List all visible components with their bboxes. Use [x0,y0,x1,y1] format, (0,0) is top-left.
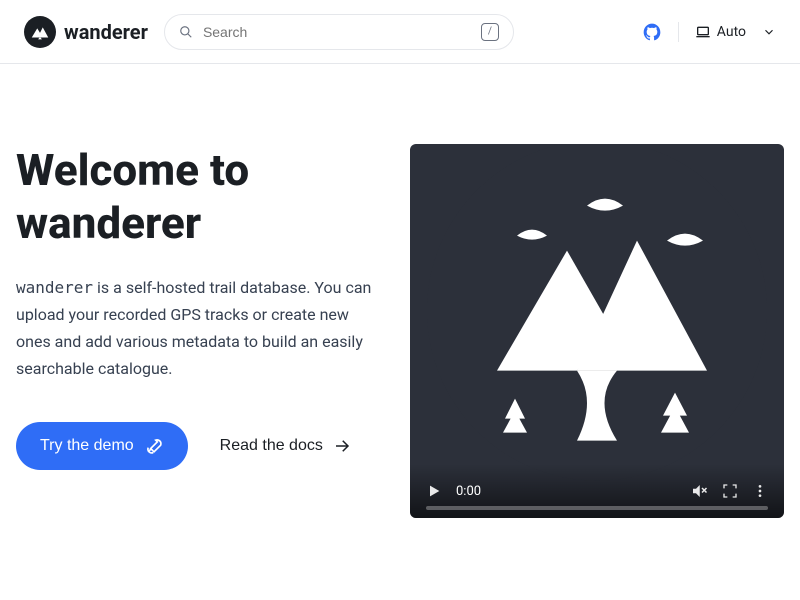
play-icon [426,483,442,499]
video-more-button[interactable] [752,483,768,499]
volume-icon [690,482,708,500]
read-docs-button[interactable]: Read the docs [220,437,351,455]
arrow-right-icon [333,437,351,455]
laptop-icon [695,24,711,40]
chevron-down-icon [762,25,776,39]
intro-video[interactable]: 0:00 [410,144,784,518]
hero-title: Welcome to wanderer [16,144,386,250]
video-current-time: 0:00 [456,484,481,499]
fullscreen-icon [722,483,738,499]
brand-name: wanderer [64,20,148,44]
try-demo-label: Try the demo [40,437,134,455]
mute-button[interactable] [690,482,708,500]
try-demo-button[interactable]: Try the demo [16,422,188,470]
search-shortcut-key: / [481,23,499,41]
rocket-icon [144,436,164,456]
brand-logo-link[interactable]: wanderer [24,16,148,48]
site-header: wanderer / Auto [0,0,800,64]
github-icon [642,22,662,42]
theme-selector[interactable]: Auto [695,24,776,40]
brand-logo-icon [24,16,56,48]
search-icon [179,25,193,39]
hero-description: wanderer is a self-hosted trail database… [16,274,386,383]
hero-media: 0:00 [410,144,784,518]
video-poster-illustration [427,144,767,481]
hero-section: Welcome to wanderer wanderer is a self-h… [0,64,800,518]
read-docs-label: Read the docs [220,437,323,455]
hero-app-name: wanderer [16,278,93,297]
hero-actions: Try the demo Read the docs [16,422,386,470]
fullscreen-button[interactable] [722,483,738,499]
header-divider [678,22,679,42]
github-link[interactable] [642,22,662,42]
video-progress-bar[interactable] [426,506,768,510]
more-vertical-icon [752,483,768,499]
search-input[interactable] [203,24,471,40]
play-button[interactable] [426,483,442,499]
hero-content: Welcome to wanderer wanderer is a self-h… [16,144,386,518]
theme-label: Auto [717,24,746,40]
search-box[interactable]: / [164,14,514,50]
